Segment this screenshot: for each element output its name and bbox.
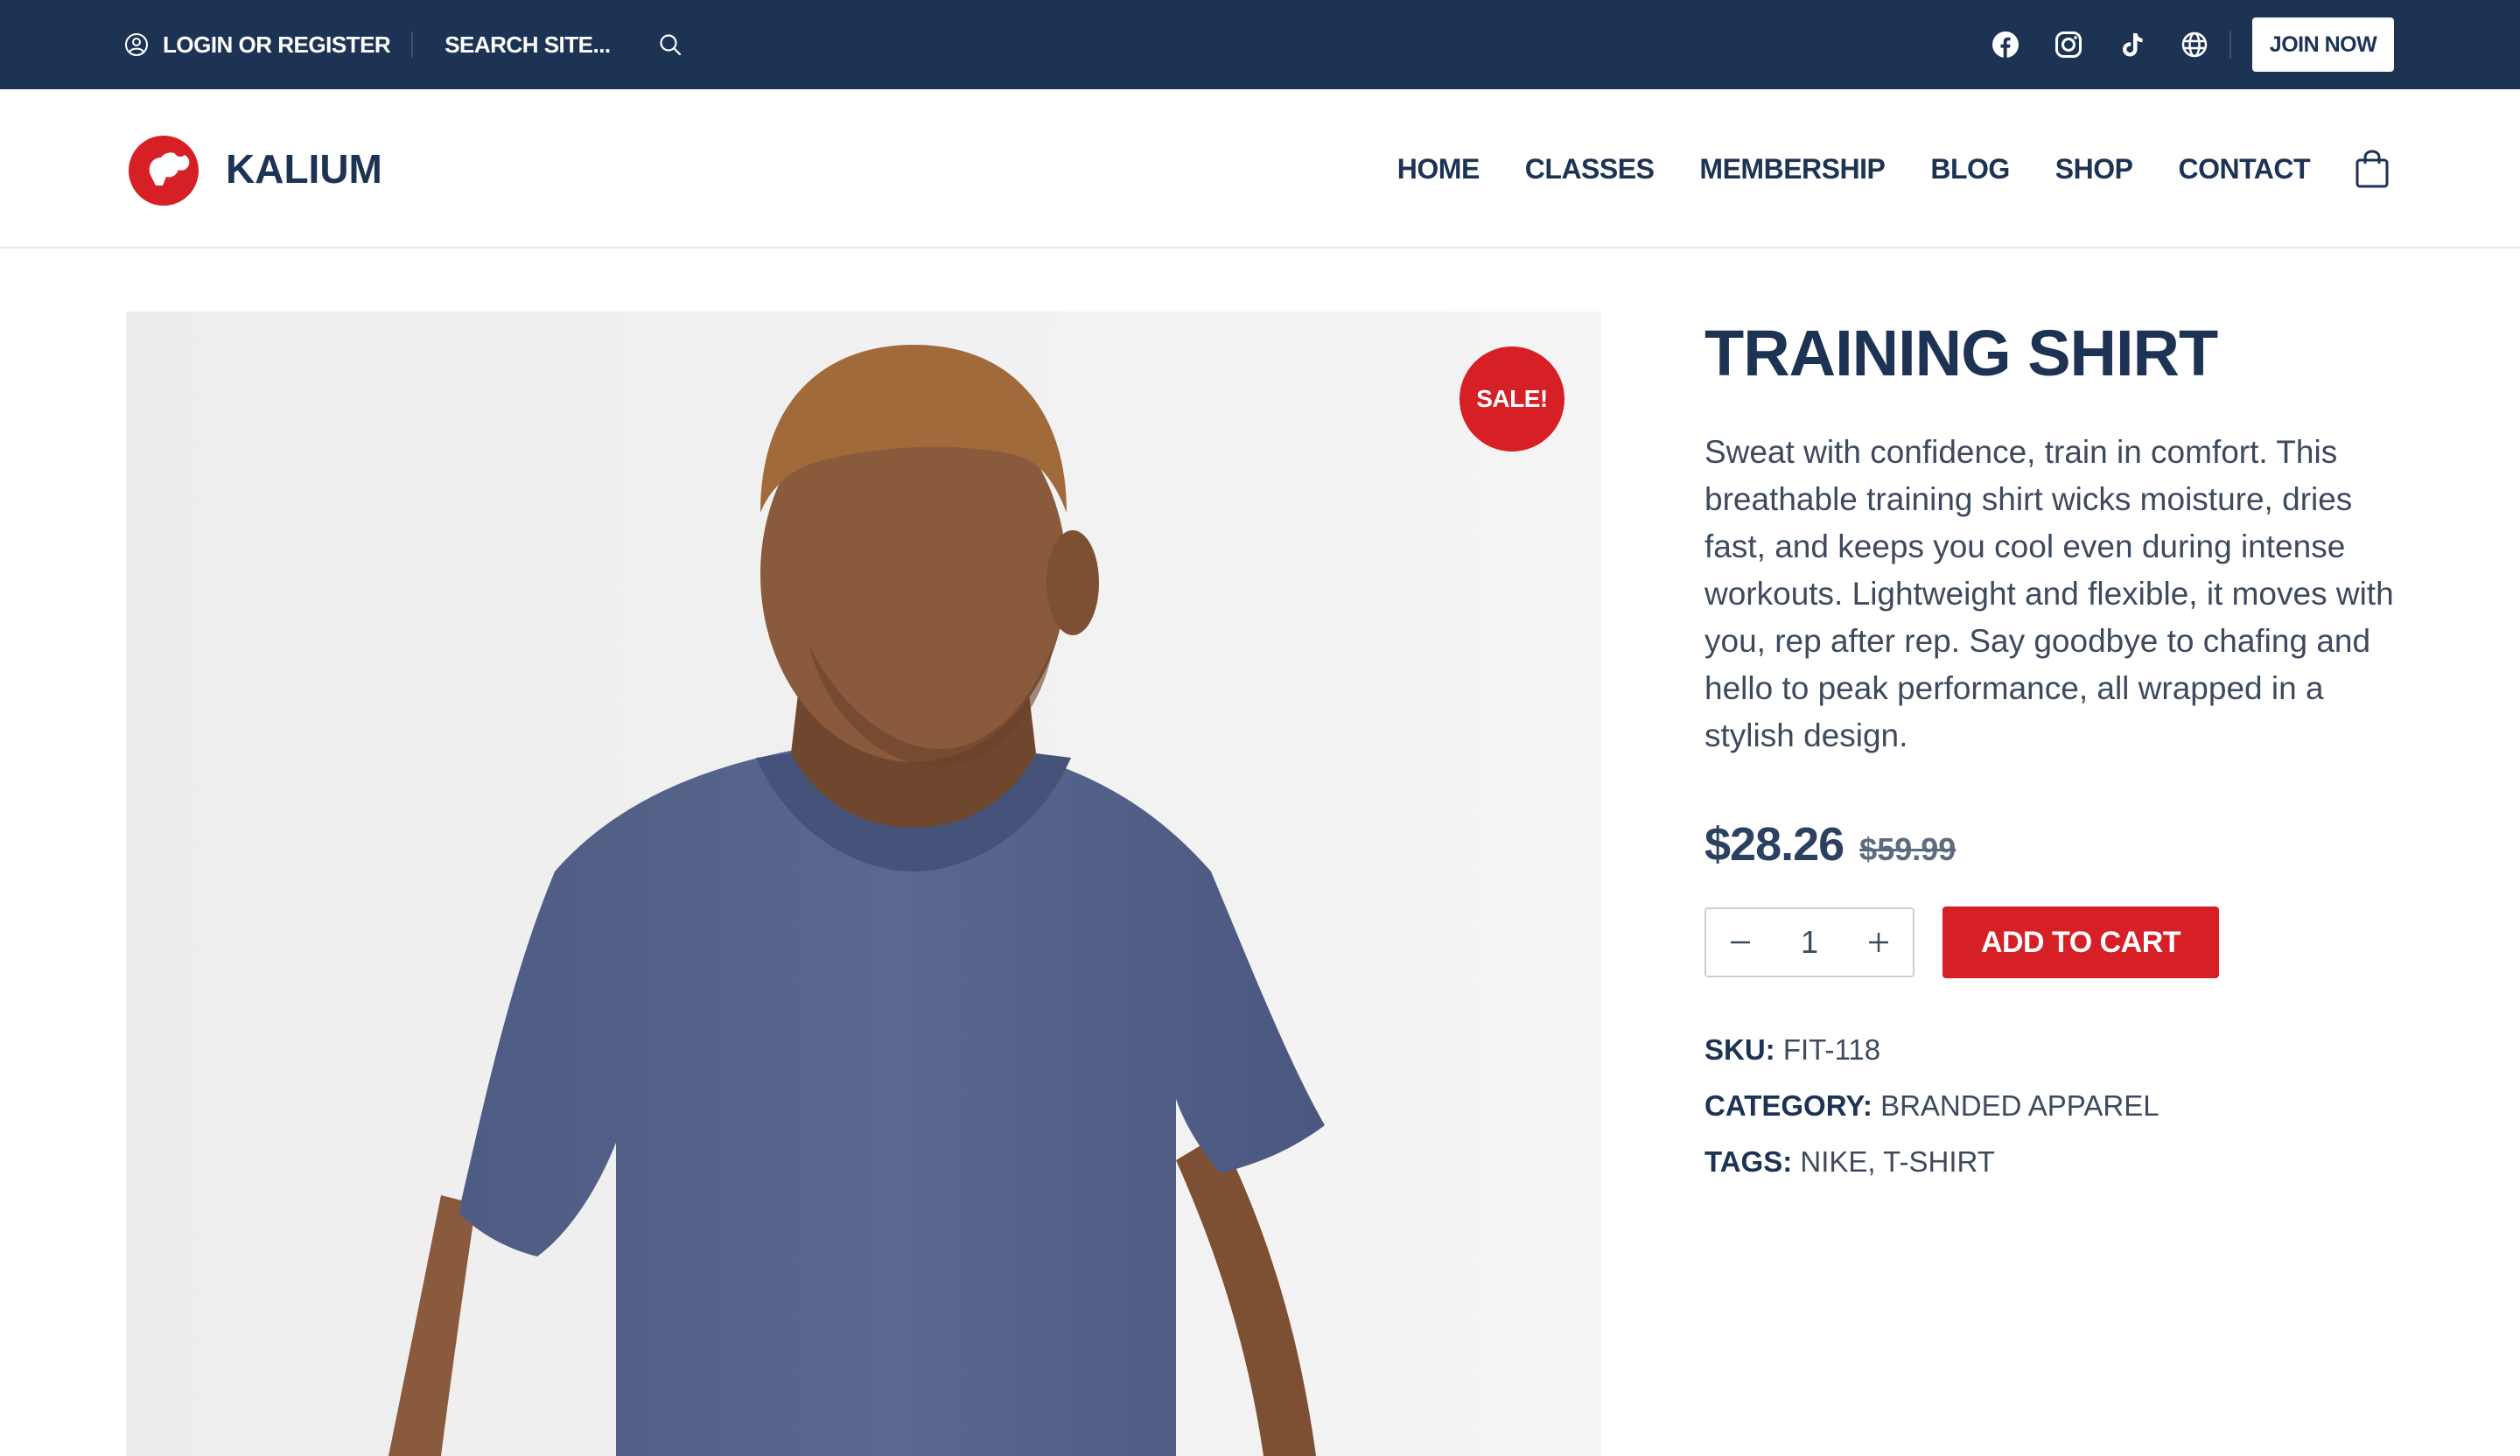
tags-label: TAGS: <box>1704 1145 1793 1178</box>
tags-links[interactable]: NIKE, T-SHIRT <box>1800 1145 1995 1178</box>
product-title: TRAINING SHIRT <box>1704 317 2218 389</box>
top-bar: LOGIN OR REGISTER SEARCH SITE... JOIN NO… <box>0 0 2520 89</box>
search-placeholder: SEARCH SITE... <box>444 31 611 58</box>
product-meta: SKU: FIT-118 CATEGORY: BRANDED APPAREL T… <box>1704 1022 2404 1190</box>
nav-item-classes[interactable]: CLASSES <box>1525 153 1655 186</box>
nav-item-membership[interactable]: MEMBERSHIP <box>1699 153 1885 186</box>
instagram-icon[interactable] <box>2054 31 2082 59</box>
sku-label: SKU: <box>1704 1033 1775 1066</box>
logo[interactable]: KALIUM <box>124 131 382 206</box>
product-details: TRAINING SHIRT Sweat with confidence, tr… <box>1704 312 2404 1190</box>
logo-icon <box>129 136 199 206</box>
nav-item-blog[interactable]: BLOG <box>1930 153 2010 186</box>
sku-row: SKU: FIT-118 <box>1704 1022 2404 1078</box>
search-icon[interactable] <box>658 32 682 57</box>
cart-button[interactable] <box>2356 150 2389 188</box>
sale-badge: SALE! <box>1460 346 1564 452</box>
main-header: KALIUM HOME CLASSES MEMBERSHIP BLOG SHOP… <box>0 89 2520 248</box>
sale-price: $28.26 <box>1704 818 1844 871</box>
main-nav: HOME CLASSES MEMBERSHIP BLOG SHOP CONTAC… <box>1352 89 2389 248</box>
minus-icon[interactable] <box>1727 929 1754 956</box>
social-links <box>1992 31 2208 59</box>
login-register-label: LOGIN OR REGISTER <box>163 31 391 58</box>
product-image[interactable]: SALE! <box>126 312 1601 1456</box>
user-icon <box>125 33 148 56</box>
tiktok-icon[interactable] <box>2118 31 2146 59</box>
globe-icon[interactable] <box>2180 31 2208 59</box>
nav-item-contact[interactable]: CONTACT <box>2178 153 2310 186</box>
category-row: CATEGORY: BRANDED APPAREL <box>1704 1078 2404 1134</box>
sku-value: FIT-118 <box>1782 1033 1881 1066</box>
quantity-value[interactable]: 1 <box>1801 924 1818 961</box>
product-photo <box>126 312 1601 1456</box>
plus-icon[interactable] <box>1866 929 1892 956</box>
nav-item-home[interactable]: HOME <box>1397 153 1480 186</box>
shopping-bag-icon <box>2356 150 2389 188</box>
divider <box>411 32 414 58</box>
quantity-stepper[interactable]: 1 <box>1704 907 1914 977</box>
add-to-cart-form: 1 ADD TO CART <box>1704 906 2404 978</box>
search-field[interactable]: SEARCH SITE... <box>444 32 682 59</box>
logo-text: KALIUM <box>226 146 382 192</box>
login-register-link[interactable]: LOGIN OR REGISTER <box>124 31 391 59</box>
tags-row: TAGS: NIKE, T-SHIRT <box>1704 1134 2404 1190</box>
category-link[interactable]: BRANDED APPAREL <box>1880 1089 2160 1122</box>
join-now-button[interactable]: JOIN NOW <box>2252 18 2394 72</box>
original-price: $59.99 <box>1859 831 1956 867</box>
nav-item-shop[interactable]: SHOP <box>2055 153 2133 186</box>
facebook-icon[interactable] <box>1992 31 2020 59</box>
add-to-cart-button[interactable]: ADD TO CART <box>1942 906 2219 978</box>
divider <box>2230 31 2231 59</box>
category-label: CATEGORY: <box>1704 1089 1872 1122</box>
product-description: Sweat with confidence, train in comfort.… <box>1704 434 2394 753</box>
price: $28.26 $59.99 <box>1704 817 2404 872</box>
